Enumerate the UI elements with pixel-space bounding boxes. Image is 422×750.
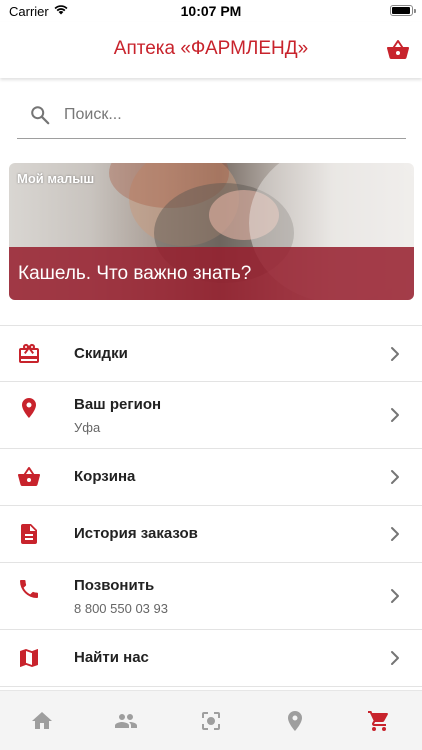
chevron-right-icon	[391, 470, 399, 484]
scan-icon[interactable]	[199, 709, 223, 733]
banner-category: Мой малыш	[17, 171, 95, 186]
banner-caption: Кашель. Что важно знать?	[9, 247, 414, 300]
chevron-right-icon	[391, 589, 399, 603]
clock: 10:07 PM	[180, 3, 242, 19]
menu-label: История заказов	[74, 525, 198, 542]
cart-icon[interactable]	[367, 709, 391, 733]
menu-label: Позвонить	[74, 577, 155, 594]
search-icon	[31, 106, 50, 125]
menu-item-discounts[interactable]: Скидки	[0, 325, 422, 382]
basket-icon	[17, 467, 41, 487]
menu-label: Скидки	[74, 345, 128, 362]
menu-label: Ваш регион	[74, 396, 162, 413]
chevron-right-icon	[391, 347, 399, 361]
menu-label: Найти нас	[74, 649, 149, 666]
basket-icon[interactable]	[386, 38, 410, 62]
battery-icon	[390, 5, 416, 16]
navigation-bar: Аптека «ФАРМЛЕНД»	[0, 22, 422, 78]
search-bar	[17, 92, 406, 139]
phone-number: 8 800 550 03 93	[74, 601, 168, 616]
menu-item-region[interactable]: Ваш регион Уфа	[0, 382, 422, 449]
menu-item-cart[interactable]: Корзина	[0, 449, 422, 506]
menu-list: Скидки Ваш регион Уфа Корзина История за…	[0, 325, 422, 687]
menu-item-find-us[interactable]: Найти нас	[0, 630, 422, 687]
page-title: Аптека «ФАРМЛЕНД»	[113, 38, 309, 59]
search-input[interactable]	[64, 102, 394, 128]
article-banner[interactable]: Мой малыш Кашель. Что важно знать?	[9, 163, 414, 300]
phone-icon	[20, 580, 38, 598]
chevron-right-icon	[391, 527, 399, 541]
gift-card-icon	[19, 343, 39, 363]
chevron-right-icon	[391, 408, 399, 422]
status-bar: Carrier 10:07 PM	[0, 0, 422, 22]
tab-bar	[0, 690, 422, 750]
chevron-right-icon	[391, 651, 399, 665]
banner-title: Кашель. Что важно знать?	[18, 263, 252, 284]
location-pin-icon	[22, 398, 36, 418]
document-icon	[21, 524, 37, 544]
menu-item-order-history[interactable]: История заказов	[0, 506, 422, 563]
home-icon[interactable]	[30, 709, 54, 733]
map-icon	[20, 649, 38, 667]
menu-item-call[interactable]: Позвонить 8 800 550 03 93	[0, 563, 422, 630]
people-icon[interactable]	[114, 709, 138, 733]
region-value: Уфа	[74, 420, 101, 435]
location-icon[interactable]	[283, 709, 307, 733]
menu-label: Корзина	[74, 468, 136, 485]
